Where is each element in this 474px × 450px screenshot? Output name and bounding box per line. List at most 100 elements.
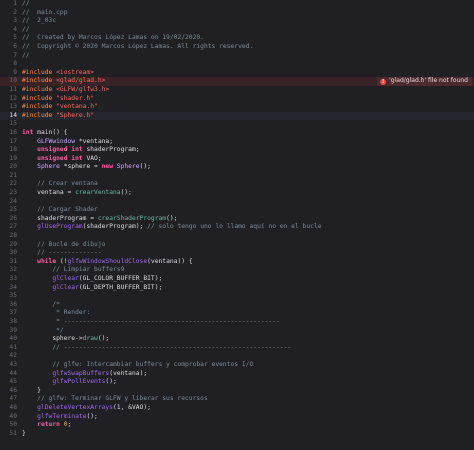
code-line[interactable]: 45 glfwPollEvents();	[0, 378, 474, 387]
code-line[interactable]: 29 // Bucle de dibujo	[0, 241, 474, 250]
code-token: <GLFW/glfw3.h>	[56, 85, 110, 93]
line-number: 37	[9, 309, 17, 317]
code-line[interactable]: 51}	[0, 430, 474, 439]
code-line[interactable]: 3 // 2_03c	[0, 17, 474, 26]
code-token: unsigned int	[22, 146, 83, 154]
code-line[interactable]: 7 //	[0, 52, 474, 61]
code-line[interactable]: 10 #include <glad/glad.h>!'glad/glad.h' f…	[0, 77, 474, 86]
code-token: crearVentana	[75, 189, 121, 197]
code-line[interactable]: 1 //	[0, 0, 474, 9]
line-number: 49	[9, 412, 17, 420]
code-line[interactable]: 49 glfwTerminate();	[0, 413, 474, 422]
code-token: int	[22, 128, 34, 136]
line-number: 18	[9, 146, 17, 154]
code-line[interactable]: 36 /*	[0, 301, 474, 310]
code-line[interactable]: 33 glClear(GL_COLOR_BUFFER_BIT);	[0, 275, 474, 284]
code-token: (ventana)) {	[147, 257, 193, 265]
code-token: /*	[22, 300, 60, 308]
code-line[interactable]: 34 glClear(GL_DEPTH_BUFFER_BIT);	[0, 284, 474, 293]
line-number: 34	[9, 283, 17, 291]
code-line[interactable]: 28	[0, 232, 474, 241]
code-line[interactable]: 20 Sphere *sphere = new Sphere();	[0, 163, 474, 172]
code-text: // Created by Marcos López Lamas on 19/0…	[22, 34, 204, 43]
code-text: glfwPollEvents();	[22, 378, 116, 387]
code-line[interactable]: 38 * -----------------------------------…	[0, 318, 474, 327]
code-line[interactable]: 25 // Cargar Shader	[0, 206, 474, 215]
code-token: (GL_DEPTH_BUFFER_BIT);	[78, 283, 163, 291]
code-line[interactable]: 14 #include "Sphere.h"	[0, 111, 474, 121]
code-text: #include "ventana.h"	[22, 103, 98, 112]
code-text: ventana = crearVentana();	[22, 189, 132, 198]
code-token: <glad/glad.h>	[56, 77, 106, 85]
code-line[interactable]: 19 unsigned int VAO;	[0, 155, 474, 164]
code-token: // 2_03c	[22, 17, 57, 25]
code-line[interactable]: 12 #include "shader.h"	[0, 95, 474, 104]
code-line[interactable]: 48 glDeleteVertexArrays(1, &VAO);	[0, 404, 474, 413]
code-token: glfwWindowShouldClose	[67, 257, 148, 265]
code-text: Sphere *sphere = new Sphere();	[22, 163, 151, 172]
code-line[interactable]: 23 ventana = crearVentana();	[0, 189, 474, 198]
line-number: 33	[9, 275, 17, 282]
code-line[interactable]: 30 // --------------	[0, 249, 474, 258]
line-number: 15	[9, 120, 17, 128]
code-token: glfwSwapBuffers	[22, 369, 110, 377]
code-line[interactable]: 9 #include <iostream>	[0, 69, 474, 78]
code-line[interactable]: 43 // glfw: Intercambiar buffers y compr…	[0, 361, 474, 370]
code-line[interactable]: 2 // main.cpp	[0, 9, 474, 18]
code-line[interactable]: 31 while (!glfwWindowShouldClose(ventana…	[0, 258, 474, 267]
code-line[interactable]: 8	[0, 60, 474, 69]
line-number: 8	[13, 60, 17, 68]
code-line[interactable]: 47 // glfw: Terminar GLFW y liberar sus …	[0, 395, 474, 404]
code-line[interactable]: 17 GLFWwindow *ventana;	[0, 138, 474, 147]
line-number: 35	[9, 292, 17, 300]
code-text: // Cargar Shader	[22, 206, 98, 215]
code-line[interactable]: 40 sphere->draw();	[0, 335, 474, 344]
code-line[interactable]: 6 // Copyright © 2020 Marcos López Lamas.…	[0, 43, 474, 52]
code-line[interactable]: 5 // Created by Marcos López Lamas on 19/…	[0, 34, 474, 43]
code-token: // Crear ventana	[22, 180, 98, 188]
line-number: 24	[9, 197, 17, 205]
code-text: sphere->draw();	[22, 335, 109, 344]
line-number: 25	[9, 206, 17, 214]
code-text: #include "Sphere.h"	[22, 112, 94, 121]
code-line[interactable]: 50 return 0;	[0, 421, 474, 430]
code-line[interactable]: 44 glfwSwapBuffers(ventana);	[0, 370, 474, 379]
code-line[interactable]: 41 // ----------------------------------…	[0, 344, 474, 353]
line-number: 50	[9, 421, 17, 429]
code-line[interactable]: 35	[0, 292, 474, 301]
code-text: glUseProgram(shaderProgram); // solo ten…	[22, 223, 321, 232]
code-line[interactable]: 32 // Limpiar buffers9	[0, 266, 474, 275]
code-line[interactable]: 15	[0, 120, 474, 129]
code-text: * Render:	[22, 309, 90, 318]
code-token: #include	[22, 111, 57, 119]
code-token: // glfw: Intercambiar buffers y comproba…	[22, 360, 254, 368]
code-line[interactable]: 24	[0, 198, 474, 207]
code-text: // 2_03c	[22, 17, 56, 26]
code-token: ();	[120, 189, 132, 197]
line-number: 47	[9, 395, 17, 403]
code-token: "shader.h"	[56, 94, 95, 102]
code-line[interactable]: 21	[0, 172, 474, 181]
code-token: (!	[56, 257, 68, 265]
code-line[interactable]: 22 // Crear ventana	[0, 180, 474, 189]
code-token: sphere->	[22, 335, 83, 343]
code-line[interactable]: 42	[0, 352, 474, 361]
code-token: ();	[139, 163, 151, 171]
code-line[interactable]: 37 * Render:	[0, 309, 474, 318]
error-badge[interactable]: !'glad/glad.h' file not found	[377, 77, 472, 86]
code-text: while (!glfwWindowShouldClose(ventana)) …	[22, 257, 193, 267]
code-line[interactable]: 39 */	[0, 327, 474, 336]
line-number: 30	[9, 249, 17, 257]
code-token: ();	[97, 335, 110, 343]
code-line[interactable]: 13 #include "ventana.h"	[0, 103, 474, 112]
code-line[interactable]: 18 unsigned int shaderProgram;	[0, 146, 474, 155]
code-editor[interactable]: 1 // 2 // main.cpp 3 // 2_03c 4 // 5 // Created b…	[0, 0, 474, 450]
line-number: 23	[9, 189, 17, 197]
code-token: <iostream>	[56, 68, 95, 76]
line-number: 44	[9, 369, 17, 377]
code-token: //	[22, 25, 30, 33]
code-line[interactable]: 11 #include <GLFW/glfw3.h>	[0, 86, 474, 95]
code-line[interactable]: 27 glUseProgram(shaderProgram); // solo …	[0, 223, 474, 232]
code-line[interactable]: 46 }	[0, 387, 474, 396]
code-line[interactable]: 16 int main() {	[0, 129, 474, 138]
